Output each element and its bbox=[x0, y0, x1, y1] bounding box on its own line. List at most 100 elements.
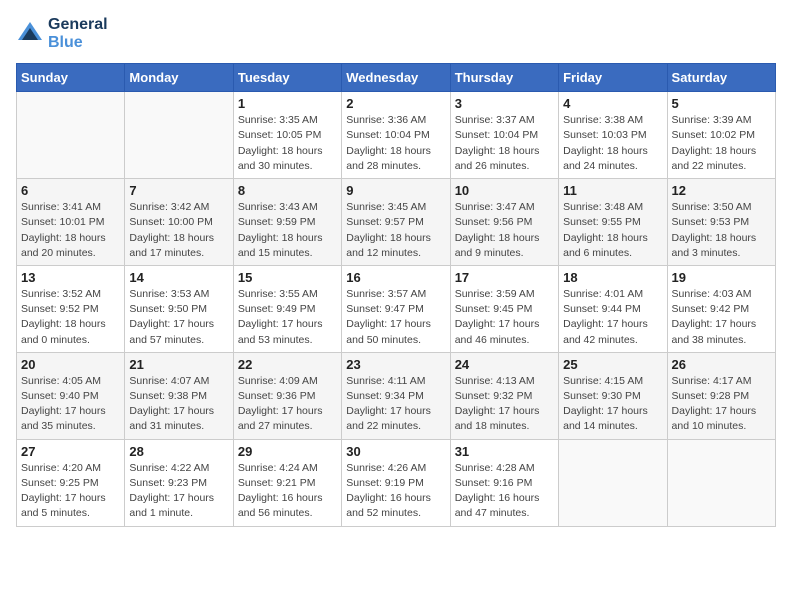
day-info: Sunrise: 4:28 AM Sunset: 9:16 PM Dayligh… bbox=[455, 461, 554, 522]
day-info: Sunrise: 4:09 AM Sunset: 9:36 PM Dayligh… bbox=[238, 374, 337, 435]
day-info: Sunrise: 4:03 AM Sunset: 9:42 PM Dayligh… bbox=[672, 287, 771, 348]
day-info: Sunrise: 4:11 AM Sunset: 9:34 PM Dayligh… bbox=[346, 374, 445, 435]
weekday-header: Tuesday bbox=[233, 64, 341, 92]
day-number: 28 bbox=[129, 444, 228, 459]
weekday-header: Saturday bbox=[667, 64, 775, 92]
calendar-cell: 26 Sunrise: 4:17 AM Sunset: 9:28 PM Dayli… bbox=[667, 352, 775, 439]
day-info: Sunrise: 4:26 AM Sunset: 9:19 PM Dayligh… bbox=[346, 461, 445, 522]
day-info: Sunrise: 3:41 AM Sunset: 10:01 PM Daylig… bbox=[21, 200, 120, 261]
calendar-header: SundayMondayTuesdayWednesdayThursdayFrid… bbox=[17, 64, 776, 92]
calendar-cell: 24Sunrise: 4:13 AM Sunset: 9:32 PM Dayli… bbox=[450, 352, 558, 439]
calendar-cell: 9 Sunrise: 3:45 AM Sunset: 9:57 PM Daylig… bbox=[342, 179, 450, 266]
day-info: Sunrise: 4:05 AM Sunset: 9:40 PM Dayligh… bbox=[21, 374, 120, 435]
day-number: 30 bbox=[346, 444, 445, 459]
calendar-cell: 18 Sunrise: 4:01 AM Sunset: 9:44 PM Dayli… bbox=[559, 265, 667, 352]
day-number: 20 bbox=[21, 357, 120, 372]
calendar-cell bbox=[17, 92, 125, 179]
calendar-cell: 3 Sunrise: 3:37 AM Sunset: 10:04 PM Dayli… bbox=[450, 92, 558, 179]
day-info: Sunrise: 3:47 AM Sunset: 9:56 PM Dayligh… bbox=[455, 200, 554, 261]
calendar-cell: 15 Sunrise: 3:55 AM Sunset: 9:49 PM Dayli… bbox=[233, 265, 341, 352]
day-number: 24 bbox=[455, 357, 554, 372]
day-number: 11 bbox=[563, 183, 662, 198]
day-number: 8 bbox=[238, 183, 337, 198]
calendar-cell: 28 Sunrise: 4:22 AM Sunset: 9:23 PM Dayli… bbox=[125, 439, 233, 526]
day-number: 25 bbox=[563, 357, 662, 372]
day-number: 2 bbox=[346, 96, 445, 111]
day-number: 17 bbox=[455, 270, 554, 285]
day-info: Sunrise: 4:22 AM Sunset: 9:23 PM Dayligh… bbox=[129, 461, 228, 522]
day-number: 26 bbox=[672, 357, 771, 372]
calendar-week-row: 27 Sunrise: 4:20 AM Sunset: 9:25 PM Dayli… bbox=[17, 439, 776, 526]
calendar-week-row: 20 Sunrise: 4:05 AM Sunset: 9:40 PM Dayli… bbox=[17, 352, 776, 439]
calendar-cell: 11 Sunrise: 3:48 AM Sunset: 9:55 PM Dayli… bbox=[559, 179, 667, 266]
day-number: 18 bbox=[563, 270, 662, 285]
day-number: 21 bbox=[129, 357, 228, 372]
calendar-cell: 27 Sunrise: 4:20 AM Sunset: 9:25 PM Dayli… bbox=[17, 439, 125, 526]
weekday-header: Wednesday bbox=[342, 64, 450, 92]
day-info: Sunrise: 3:53 AM Sunset: 9:50 PM Dayligh… bbox=[129, 287, 228, 348]
logo-icon bbox=[16, 20, 44, 48]
day-info: Sunrise: 4:01 AM Sunset: 9:44 PM Dayligh… bbox=[563, 287, 662, 348]
day-number: 19 bbox=[672, 270, 771, 285]
day-info: Sunrise: 3:52 AM Sunset: 9:52 PM Dayligh… bbox=[21, 287, 120, 348]
calendar-cell: 17 Sunrise: 3:59 AM Sunset: 9:45 PM Dayli… bbox=[450, 265, 558, 352]
calendar-cell: 21 Sunrise: 4:07 AM Sunset: 9:38 PM Dayli… bbox=[125, 352, 233, 439]
day-number: 5 bbox=[672, 96, 771, 111]
day-info: Sunrise: 3:45 AM Sunset: 9:57 PM Dayligh… bbox=[346, 200, 445, 261]
day-info: Sunrise: 3:43 AM Sunset: 9:59 PM Dayligh… bbox=[238, 200, 337, 261]
calendar-cell: 25Sunrise: 4:15 AM Sunset: 9:30 PM Dayli… bbox=[559, 352, 667, 439]
calendar-cell: 14 Sunrise: 3:53 AM Sunset: 9:50 PM Dayli… bbox=[125, 265, 233, 352]
day-info: Sunrise: 4:17 AM Sunset: 9:28 PM Dayligh… bbox=[672, 374, 771, 435]
calendar-cell: 13 Sunrise: 3:52 AM Sunset: 9:52 PM Dayli… bbox=[17, 265, 125, 352]
calendar-cell: 6 Sunrise: 3:41 AM Sunset: 10:01 PM Dayli… bbox=[17, 179, 125, 266]
day-info: Sunrise: 3:48 AM Sunset: 9:55 PM Dayligh… bbox=[563, 200, 662, 261]
day-info: Sunrise: 3:37 AM Sunset: 10:04 PM Daylig… bbox=[455, 113, 554, 174]
calendar-week-row: 13 Sunrise: 3:52 AM Sunset: 9:52 PM Dayli… bbox=[17, 265, 776, 352]
calendar-cell bbox=[125, 92, 233, 179]
day-number: 7 bbox=[129, 183, 228, 198]
day-number: 13 bbox=[21, 270, 120, 285]
day-info: Sunrise: 3:59 AM Sunset: 9:45 PM Dayligh… bbox=[455, 287, 554, 348]
day-info: Sunrise: 4:24 AM Sunset: 9:21 PM Dayligh… bbox=[238, 461, 337, 522]
day-number: 10 bbox=[455, 183, 554, 198]
calendar-cell: 8 Sunrise: 3:43 AM Sunset: 9:59 PM Daylig… bbox=[233, 179, 341, 266]
calendar-cell: 16Sunrise: 3:57 AM Sunset: 9:47 PM Dayli… bbox=[342, 265, 450, 352]
day-number: 12 bbox=[672, 183, 771, 198]
calendar-cell: 7 Sunrise: 3:42 AM Sunset: 10:00 PM Dayli… bbox=[125, 179, 233, 266]
weekday-header: Sunday bbox=[17, 64, 125, 92]
day-info: Sunrise: 4:07 AM Sunset: 9:38 PM Dayligh… bbox=[129, 374, 228, 435]
calendar-cell: 31 Sunrise: 4:28 AM Sunset: 9:16 PM Dayli… bbox=[450, 439, 558, 526]
day-number: 16 bbox=[346, 270, 445, 285]
calendar-cell: 5 Sunrise: 3:39 AM Sunset: 10:02 PM Dayli… bbox=[667, 92, 775, 179]
weekday-header: Monday bbox=[125, 64, 233, 92]
day-number: 9 bbox=[346, 183, 445, 198]
day-number: 15 bbox=[238, 270, 337, 285]
day-number: 23 bbox=[346, 357, 445, 372]
page-header: General Blue bbox=[16, 16, 776, 51]
day-number: 31 bbox=[455, 444, 554, 459]
day-number: 29 bbox=[238, 444, 337, 459]
calendar-cell: 23 Sunrise: 4:11 AM Sunset: 9:34 PM Dayli… bbox=[342, 352, 450, 439]
day-number: 14 bbox=[129, 270, 228, 285]
day-number: 27 bbox=[21, 444, 120, 459]
day-number: 4 bbox=[563, 96, 662, 111]
day-number: 6 bbox=[21, 183, 120, 198]
calendar-week-row: 6 Sunrise: 3:41 AM Sunset: 10:01 PM Dayli… bbox=[17, 179, 776, 266]
calendar-table: SundayMondayTuesdayWednesdayThursdayFrid… bbox=[16, 63, 776, 526]
calendar-cell: 4Sunrise: 3:38 AM Sunset: 10:03 PM Dayli… bbox=[559, 92, 667, 179]
day-info: Sunrise: 3:42 AM Sunset: 10:00 PM Daylig… bbox=[129, 200, 228, 261]
day-info: Sunrise: 3:35 AM Sunset: 10:05 PM Daylig… bbox=[238, 113, 337, 174]
calendar-cell: 30 Sunrise: 4:26 AM Sunset: 9:19 PM Dayli… bbox=[342, 439, 450, 526]
day-info: Sunrise: 3:55 AM Sunset: 9:49 PM Dayligh… bbox=[238, 287, 337, 348]
day-info: Sunrise: 3:39 AM Sunset: 10:02 PM Daylig… bbox=[672, 113, 771, 174]
weekday-header: Friday bbox=[559, 64, 667, 92]
calendar-cell bbox=[559, 439, 667, 526]
day-number: 3 bbox=[455, 96, 554, 111]
calendar-cell: 22 Sunrise: 4:09 AM Sunset: 9:36 PM Dayli… bbox=[233, 352, 341, 439]
day-number: 22 bbox=[238, 357, 337, 372]
day-info: Sunrise: 4:20 AM Sunset: 9:25 PM Dayligh… bbox=[21, 461, 120, 522]
calendar-cell: 19 Sunrise: 4:03 AM Sunset: 9:42 PM Dayli… bbox=[667, 265, 775, 352]
calendar-cell: 29 Sunrise: 4:24 AM Sunset: 9:21 PM Dayli… bbox=[233, 439, 341, 526]
weekday-header: Thursday bbox=[450, 64, 558, 92]
calendar-cell: 1Sunrise: 3:35 AM Sunset: 10:05 PM Dayli… bbox=[233, 92, 341, 179]
